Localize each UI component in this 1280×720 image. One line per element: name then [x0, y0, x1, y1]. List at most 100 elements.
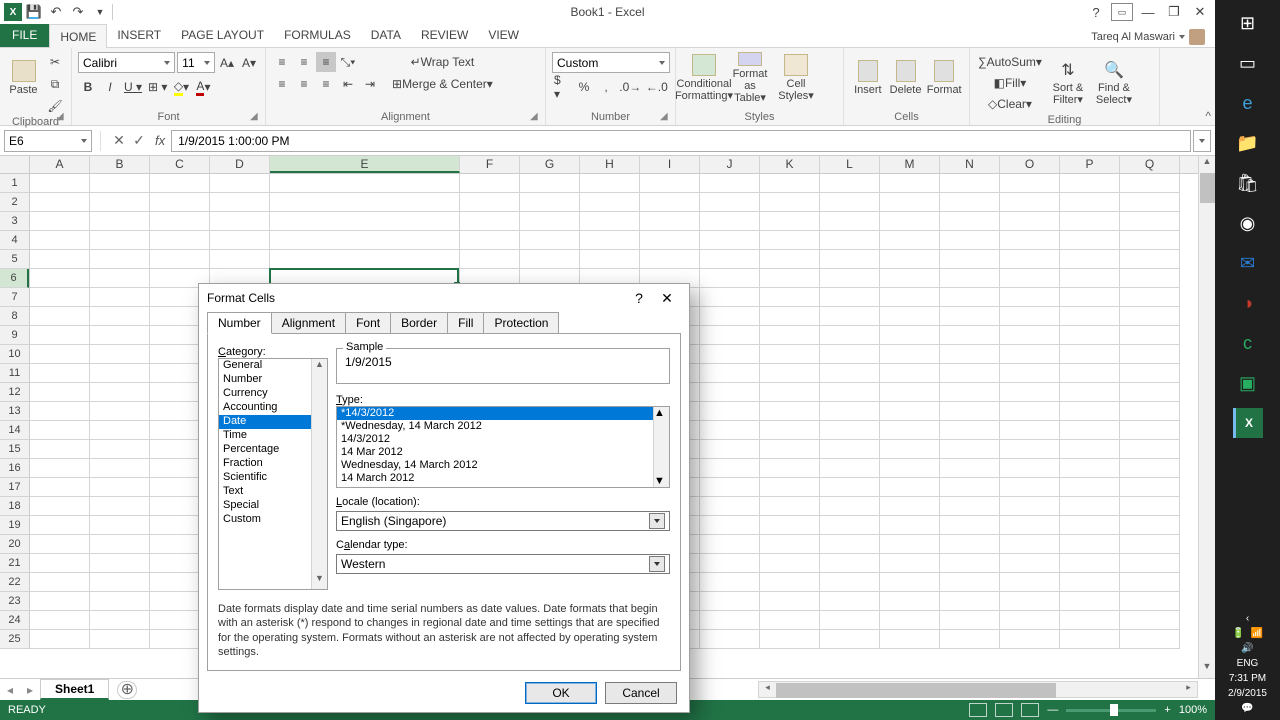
row-header-13[interactable]: 13 [0, 402, 29, 421]
font-size-combo[interactable]: 11 [177, 52, 215, 73]
row-header-5[interactable]: 5 [0, 250, 29, 269]
dlg-tab-font[interactable]: Font [345, 312, 391, 334]
sheet-tab-sheet1[interactable]: Sheet1 [40, 679, 109, 700]
border-button[interactable]: ⊞ ▾ [146, 77, 169, 97]
column-header-M[interactable]: M [880, 156, 940, 173]
tray-lang[interactable]: ENG [1237, 658, 1259, 669]
row-header-15[interactable]: 15 [0, 440, 29, 459]
dialog-launcher-icon[interactable]: ◢ [250, 111, 262, 123]
column-header-E[interactable]: E [270, 156, 460, 173]
zoom-out-icon[interactable]: — [1047, 704, 1058, 716]
dlg-tab-alignment[interactable]: Alignment [271, 312, 346, 334]
tab-insert[interactable]: INSERT [107, 23, 171, 47]
italic-button[interactable]: I [100, 77, 120, 97]
type-item[interactable]: 14 Mar 2012 [337, 446, 669, 459]
close-icon[interactable]: ✕ [1189, 3, 1211, 21]
row-header-11[interactable]: 11 [0, 364, 29, 383]
camtasia-icon[interactable]: c [1233, 328, 1263, 358]
conditional-formatting-button[interactable]: ConditionalFormatting▾ [682, 52, 726, 104]
row-header-18[interactable]: 18 [0, 497, 29, 516]
ok-button[interactable]: OK [525, 682, 597, 704]
save-icon[interactable]: 💾 [24, 2, 44, 22]
next-sheet-icon[interactable]: ▸ [20, 683, 40, 697]
column-header-A[interactable]: A [30, 156, 90, 173]
font-color-button[interactable]: A ▾ [193, 77, 213, 97]
file-explorer-icon[interactable]: 📁 [1233, 128, 1263, 158]
font-name-combo[interactable]: Calibri [78, 52, 175, 73]
row-header-4[interactable]: 4 [0, 231, 29, 250]
horizontal-scrollbar[interactable]: ◂ ▸ [758, 681, 1198, 698]
column-header-Q[interactable]: Q [1120, 156, 1180, 173]
type-item[interactable]: 14/3/2012 [337, 433, 669, 446]
autosum-button[interactable]: ∑ AutoSum ▾ [976, 52, 1044, 72]
scroll-thumb[interactable] [776, 683, 1056, 698]
row-header-3[interactable]: 3 [0, 212, 29, 231]
row-header-20[interactable]: 20 [0, 535, 29, 554]
row-header-23[interactable]: 23 [0, 592, 29, 611]
wrap-text-button[interactable]: ↵ Wrap Text [390, 52, 495, 72]
decrease-decimal-icon[interactable]: ←.0 [645, 77, 670, 97]
type-item[interactable]: *Wednesday, 14 March 2012 [337, 420, 669, 433]
collapse-ribbon-icon[interactable]: ^ [1205, 109, 1211, 123]
align-center-icon[interactable]: ≡ [294, 74, 314, 94]
start-icon[interactable]: ⊞ [1233, 8, 1263, 38]
column-header-G[interactable]: G [520, 156, 580, 173]
underline-button[interactable]: U ▾ [122, 77, 144, 97]
camtasia-rec-icon[interactable]: ▣ [1233, 368, 1263, 398]
row-header-12[interactable]: 12 [0, 383, 29, 402]
zoom-in-icon[interactable]: + [1164, 704, 1170, 716]
column-header-H[interactable]: H [580, 156, 640, 173]
row-header-21[interactable]: 21 [0, 554, 29, 573]
zoom-thumb[interactable] [1110, 704, 1118, 716]
enter-edit-icon[interactable]: ✓ [129, 132, 149, 149]
edge-icon[interactable]: e [1233, 88, 1263, 118]
number-format-combo[interactable]: Custom [552, 52, 670, 73]
dlg-tab-fill[interactable]: Fill [447, 312, 484, 334]
row-header-2[interactable]: 2 [0, 193, 29, 212]
account-area[interactable]: Tareq Al Maswari [1091, 29, 1205, 45]
scroll-left-icon[interactable]: ◂ [759, 682, 776, 697]
select-all-corner[interactable] [0, 156, 30, 173]
expand-formula-bar-icon[interactable] [1193, 130, 1211, 152]
merge-center-button[interactable]: ⊞ Merge & Center ▾ [390, 74, 495, 94]
tab-home[interactable]: HOME [49, 24, 107, 48]
dlg-tab-number[interactable]: Number [207, 312, 272, 334]
restore-icon[interactable]: ❐ [1163, 3, 1185, 21]
tab-view[interactable]: VIEW [478, 23, 529, 47]
type-item[interactable]: *14/3/2012 [337, 407, 669, 420]
fill-button[interactable]: ◧ Fill ▾ [976, 73, 1044, 93]
orientation-icon[interactable]: ⤡▾ [338, 52, 358, 72]
dialog-launcher-icon[interactable]: ◢ [660, 111, 672, 123]
type-list[interactable]: *14/3/2012*Wednesday, 14 March 201214/3/… [336, 406, 670, 488]
store-icon[interactable]: 🛍 [1233, 168, 1263, 198]
chrome-icon[interactable]: ◉ [1233, 208, 1263, 238]
column-header-F[interactable]: F [460, 156, 520, 173]
type-item[interactable]: Wednesday, 14 March 2012 [337, 459, 669, 472]
cancel-edit-icon[interactable]: ✕ [109, 132, 129, 149]
row-header-6[interactable]: 6 [0, 269, 29, 288]
dlg-tab-protection[interactable]: Protection [483, 312, 559, 334]
clear-button[interactable]: ◇ Clear ▾ [976, 94, 1044, 114]
tab-review[interactable]: REVIEW [411, 23, 478, 47]
row-header-14[interactable]: 14 [0, 421, 29, 440]
vertical-scrollbar[interactable]: ▲ ▼ [1198, 156, 1215, 678]
comma-icon[interactable]: , [596, 77, 616, 97]
decrease-indent-icon[interactable]: ⇤ [338, 74, 358, 94]
volume-icon[interactable]: 🔊 [1241, 643, 1253, 654]
dialog-close-icon[interactable]: ✕ [653, 286, 681, 310]
redo-icon[interactable]: ↷ [68, 2, 88, 22]
format-as-table-button[interactable]: Format asTable▾ [728, 52, 772, 104]
undo-icon[interactable]: ↶ [46, 2, 66, 22]
column-header-B[interactable]: B [90, 156, 150, 173]
find-select-button[interactable]: 🔍 Find &Select▾ [1092, 57, 1136, 109]
align-middle-icon[interactable]: ≡ [294, 52, 314, 72]
row-header-25[interactable]: 25 [0, 630, 29, 649]
category-list[interactable]: GeneralNumberCurrencyAccountingDateTimeP… [218, 358, 328, 590]
sort-filter-button[interactable]: ⇅ Sort &Filter▾ [1046, 57, 1090, 109]
name-box[interactable]: E6 [4, 130, 92, 152]
row-header-16[interactable]: 16 [0, 459, 29, 478]
row-header-10[interactable]: 10 [0, 345, 29, 364]
prev-sheet-icon[interactable]: ◂ [0, 683, 20, 697]
fx-icon[interactable]: fx [155, 133, 165, 148]
cancel-button[interactable]: Cancel [605, 682, 677, 704]
